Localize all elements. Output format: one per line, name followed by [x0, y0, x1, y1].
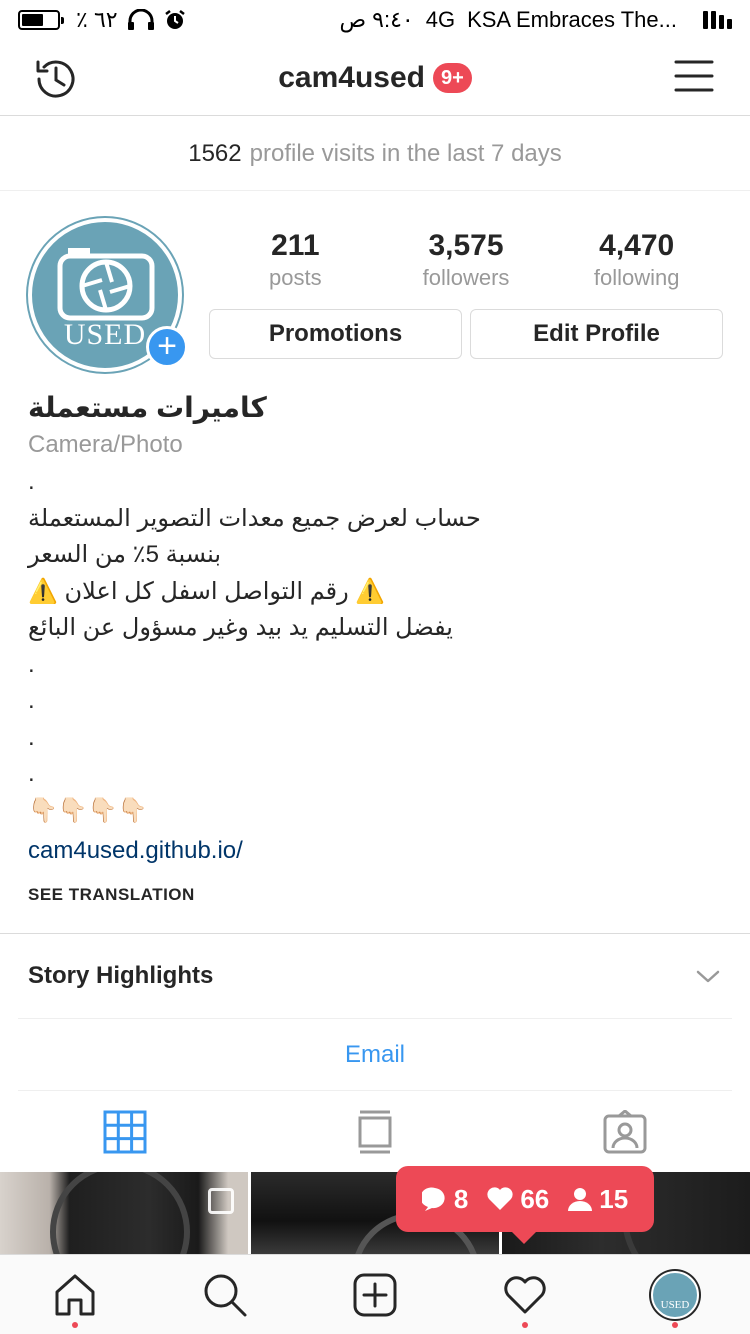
tab-home[interactable]: [0, 1255, 150, 1334]
tagged-icon: [603, 1110, 647, 1154]
follows-value: 15: [599, 1183, 629, 1214]
camera-lens-image: [50, 1172, 190, 1254]
bio-line: ⚠️ رقم التواصل اسفل كل اعلان ⚠️: [28, 577, 386, 605]
list-feed-icon: [358, 1110, 392, 1154]
visits-text: profile visits in the last 7 days: [249, 139, 562, 167]
bio-line: بنسبة 5٪ من السعر: [28, 541, 222, 568]
stat-label: posts: [269, 265, 322, 290]
promotions-button[interactable]: Promotions: [209, 309, 462, 359]
status-right: ٩:٤٠ ص 4G KSA Embraces The...: [339, 7, 732, 33]
stat-label: followers: [422, 265, 510, 290]
mini-avatar-text: USED: [660, 1298, 690, 1311]
tab-grid[interactable]: [0, 1092, 250, 1172]
alarm-icon: [164, 10, 185, 29]
status-bar: ٪ ٦٢ ٩:٤٠ ص 4G KSA Embraces The...: [0, 0, 750, 40]
grid-icon: [103, 1110, 147, 1154]
signal-icon: [703, 11, 732, 29]
network-type: 4G: [425, 7, 456, 32]
comments-count: 8: [421, 1183, 469, 1215]
tab-profile[interactable]: USED: [600, 1255, 750, 1334]
menu-icon[interactable]: [674, 58, 714, 94]
heart-icon: [487, 1187, 513, 1210]
activity-heart-icon: [504, 1275, 546, 1313]
search-icon: [204, 1274, 247, 1316]
status-time: ٩:٤٠ ص: [339, 7, 414, 32]
tab-search[interactable]: [150, 1255, 300, 1334]
bio-line: .: [28, 468, 35, 495]
edit-profile-button[interactable]: Edit Profile: [470, 309, 723, 359]
activity-notification-bubble[interactable]: 8 66 15: [396, 1166, 654, 1244]
battery-fill: [22, 14, 44, 26]
follows-count: 15: [567, 1184, 628, 1215]
bio-line: يفضل التسليم يد بيد وغير مسؤول عن البائع: [28, 614, 453, 641]
battery-icon: [18, 10, 64, 30]
story-highlights-title: Story Highlights: [28, 962, 214, 989]
battery-percent: ٪ ٦٢: [76, 7, 118, 32]
profile-avatar-icon: USED: [651, 1270, 699, 1319]
bio-line: .: [28, 760, 35, 787]
stat-number: 4,470: [599, 229, 675, 262]
contact-row: Email: [18, 1019, 732, 1091]
bio-line: حساب لعرض جميع معدات التصوير المستعملة: [28, 504, 481, 532]
person-icon: [568, 1188, 593, 1211]
status-left: ٪ ٦٢: [18, 7, 186, 33]
bio-line: .: [28, 687, 35, 714]
bio-line: 👇🏻👇🏻👇🏻👇🏻: [28, 796, 148, 824]
visits-count: 1562: [188, 139, 242, 167]
chevron-down-icon: [696, 970, 720, 983]
comments-value: 8: [453, 1183, 469, 1214]
headphones-icon: [127, 9, 154, 30]
home-icon: [55, 1274, 95, 1315]
comment-icon: [421, 1187, 445, 1211]
post-thumbnail[interactable]: [0, 1172, 248, 1254]
likes-value: 66: [520, 1183, 550, 1214]
profile-notification-dot: [672, 1322, 678, 1328]
story-highlights-row[interactable]: Story Highlights: [28, 934, 722, 1018]
tab-tagged[interactable]: [500, 1092, 750, 1172]
stat-following[interactable]: 4,470 following: [551, 228, 722, 292]
notification-badge: 9+: [432, 62, 472, 93]
add-story-icon[interactable]: +: [146, 326, 188, 368]
activity-notification-dot: [522, 1322, 528, 1328]
bottom-tab-bar: USED: [0, 1254, 750, 1334]
profile-avatar[interactable]: USED +: [28, 218, 188, 372]
multiple-photos-icon: [208, 1188, 234, 1214]
profile-visits-banner[interactable]: 1562 profile visits in the last 7 days: [0, 117, 750, 191]
profile-bio: كاميرات مستعملة Camera/Photo . حساب لعرض…: [28, 388, 722, 905]
bio-website-link[interactable]: cam4used.github.io/: [28, 831, 722, 871]
likes-count: 66: [486, 1184, 549, 1215]
nav-bar: cam4used 9+: [0, 40, 750, 116]
add-post-icon: [353, 1273, 397, 1316]
stat-label: following: [593, 265, 680, 290]
profile-category: Camera/Photo: [28, 431, 183, 458]
stat-number: 3,575: [428, 229, 504, 262]
home-notification-dot: [72, 1322, 78, 1328]
tab-feed[interactable]: [250, 1092, 500, 1172]
see-translation-button[interactable]: SEE TRANSLATION: [28, 885, 722, 905]
history-icon[interactable]: [30, 54, 80, 104]
profile-name: كاميرات مستعملة: [28, 392, 267, 423]
tab-activity[interactable]: [450, 1255, 600, 1334]
stat-number: 211: [271, 229, 320, 262]
email-button[interactable]: Email: [345, 1041, 405, 1069]
tab-new-post[interactable]: [300, 1255, 450, 1334]
stat-posts[interactable]: 211 posts: [210, 228, 381, 292]
profile-username[interactable]: cam4used 9+: [278, 61, 472, 95]
username-text: cam4used: [278, 60, 425, 94]
profile-stats: 211 posts 3,575 followers 4,470 followin…: [210, 228, 722, 292]
bio-line: .: [28, 723, 35, 751]
profile-tabs: [0, 1092, 750, 1172]
carrier-text: KSA Embraces The...: [467, 7, 677, 32]
bio-line: .: [28, 650, 35, 678]
stat-followers[interactable]: 3,575 followers: [381, 228, 552, 292]
